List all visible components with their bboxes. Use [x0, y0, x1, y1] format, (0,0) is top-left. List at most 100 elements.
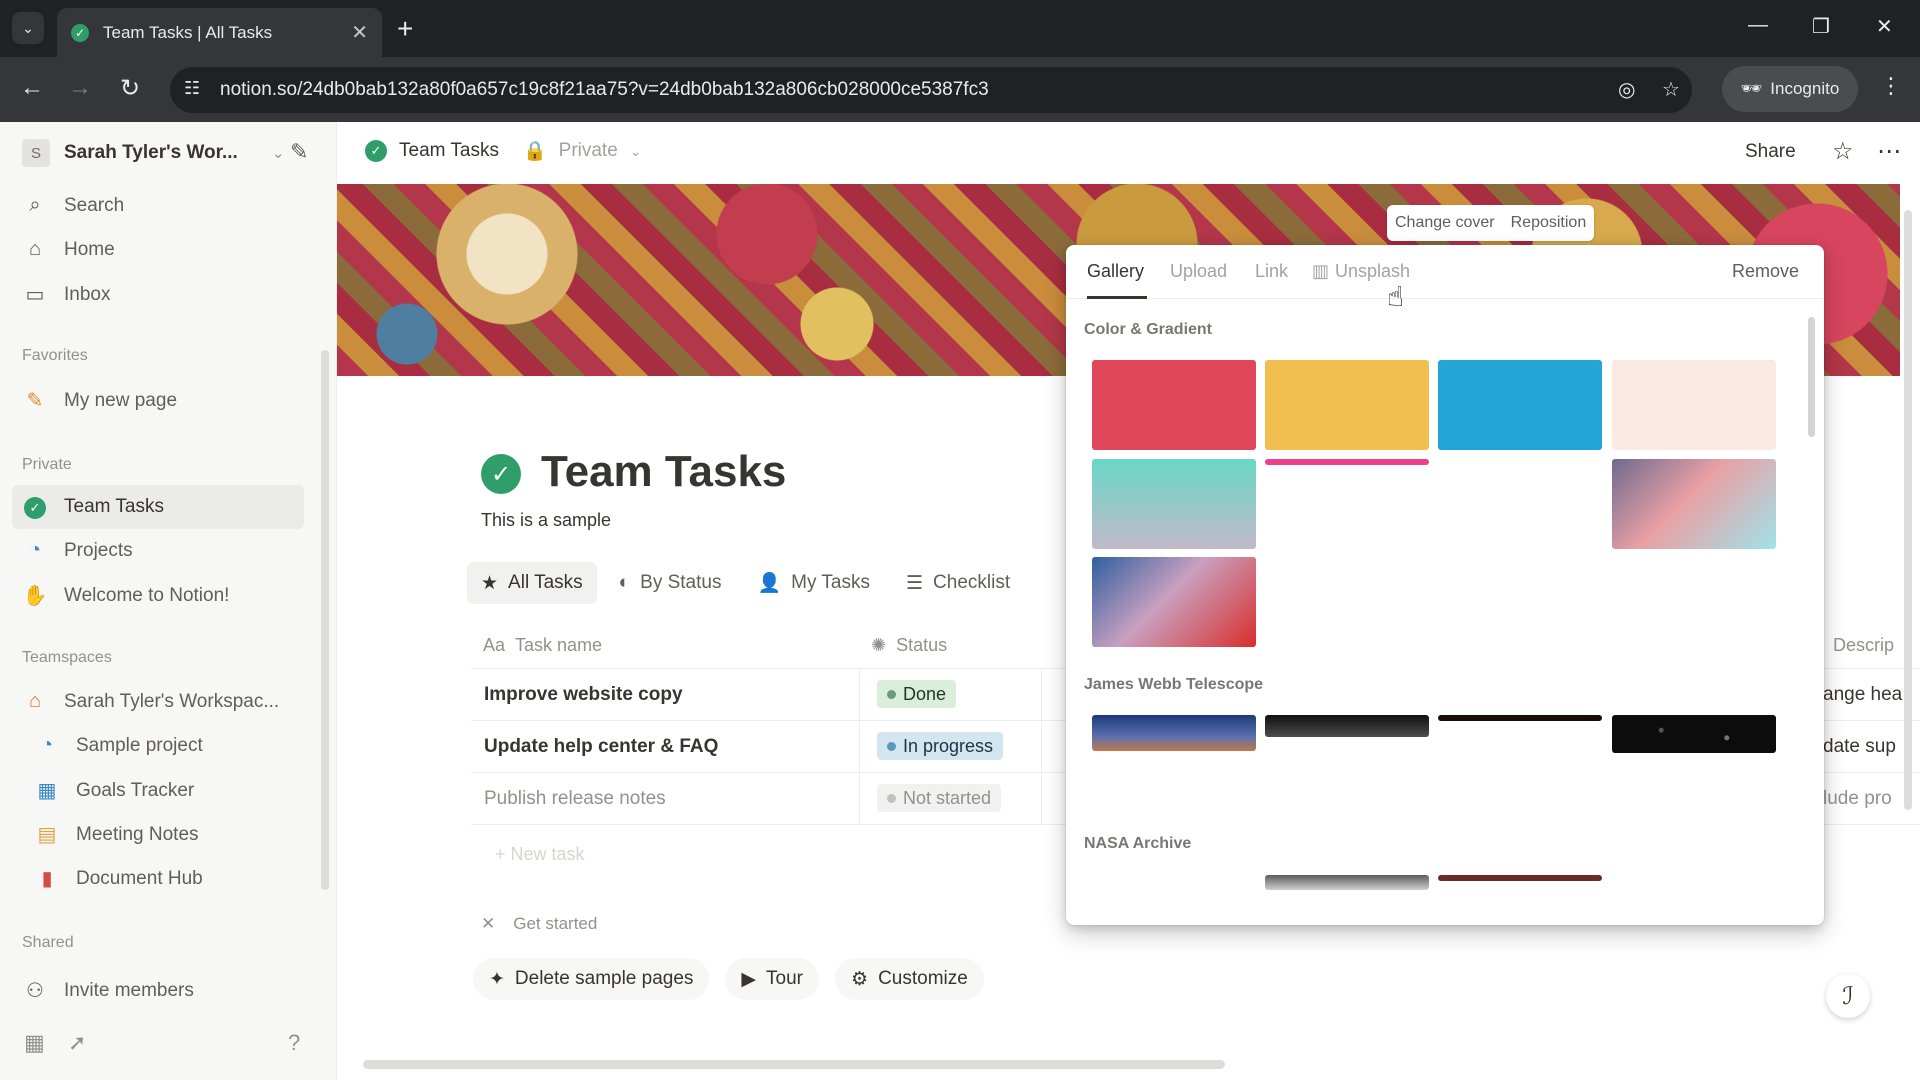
cover-swatch-blue[interactable] [1438, 360, 1602, 450]
sidebar-item-projects[interactable]: ◔ Projects [22, 539, 133, 562]
webb-image-thumbnail[interactable] [1265, 715, 1429, 737]
invite-members-button[interactable]: ⚇ Invite members [22, 978, 194, 1003]
sidebar-item-search[interactable]: ⌕ Search [22, 194, 124, 217]
share-button[interactable]: Share [1745, 141, 1796, 163]
more-icon[interactable]: ⋯ [1877, 137, 1901, 166]
close-window-icon[interactable]: ✕ [1876, 14, 1893, 39]
status-label: Done [903, 683, 947, 704]
breadcrumb[interactable]: ✓ Team Tasks 🔒 Private ⌄ [365, 139, 642, 163]
sidebar-item-meeting-notes[interactable]: ▤ Meeting Notes [34, 822, 199, 847]
webb-image-thumbnail[interactable] [1438, 715, 1602, 721]
webb-image-thumbnail[interactable] [1092, 715, 1256, 751]
workspace-switcher[interactable]: S Sarah Tyler's Wor... ⌄ [22, 139, 284, 167]
ai-assistant-icon[interactable]: ℐ [1826, 974, 1870, 1018]
restore-icon[interactable]: ❐ [1812, 14, 1830, 39]
check-circle-icon: ✓ [24, 497, 46, 519]
cover-picker-popover: Gallery Upload Link ▥ Unsplash Remove Co… [1066, 245, 1824, 925]
calendar-icon[interactable]: ▦ [24, 1030, 45, 1056]
tab-gallery[interactable]: Gallery [1087, 261, 1144, 282]
customize-button[interactable]: ⚙ Customize [835, 958, 984, 1000]
status-badge[interactable]: Done [877, 680, 957, 708]
description-cell[interactable]: date sup [1823, 736, 1896, 758]
cover-gradient-sunset[interactable] [1092, 557, 1256, 647]
new-row-button[interactable]: + New task [495, 844, 585, 865]
calendar-icon: ▤ [37, 824, 57, 846]
sidebar-item-workspace-teamspace[interactable]: ⌂ Sarah Tyler's Workspac... [22, 690, 279, 713]
task-name-cell[interactable]: Update help center & FAQ [484, 736, 718, 758]
sidebar-item-my-new-page[interactable]: ✎ My new page [22, 388, 177, 413]
new-page-icon[interactable]: ✎ [290, 139, 308, 165]
close-icon[interactable]: ✕ [481, 914, 495, 934]
browser-menu-icon[interactable]: ⋮ [1880, 73, 1902, 99]
cover-gradient-teal[interactable] [1092, 459, 1256, 549]
column-header-task-name[interactable]: Aa Task name [483, 622, 602, 668]
reposition-button[interactable]: Reposition [1503, 205, 1595, 241]
task-name-cell[interactable]: Improve website copy [484, 684, 683, 706]
tab-search-button[interactable]: ⌄ [12, 12, 44, 44]
tab-all-tasks[interactable]: ★ All Tasks [467, 562, 597, 604]
webb-image-thumbnail[interactable] [1612, 715, 1776, 753]
sidebar-item-welcome[interactable]: ✋ Welcome to Notion! [22, 583, 230, 608]
remove-cover-button[interactable]: Remove [1732, 261, 1799, 282]
tab-link[interactable]: Link [1255, 261, 1288, 282]
sidebar-item-document-hub[interactable]: ▮ Document Hub [34, 866, 202, 891]
sidebar-item-inbox[interactable]: ▭ Inbox [22, 282, 111, 307]
column-label: Status [896, 634, 948, 655]
favorite-star-icon[interactable]: ☆ [1832, 137, 1854, 166]
person-icon: 👤 [757, 573, 782, 594]
bookmark-star-icon[interactable]: ☆ [1662, 77, 1680, 102]
back-icon[interactable]: ← [20, 74, 44, 102]
chart-icon: ▦ [37, 780, 57, 802]
nasa-image-thumbnail[interactable] [1438, 875, 1602, 881]
cover-swatch-peach[interactable] [1612, 360, 1776, 450]
action-label: Delete sample pages [514, 968, 694, 989]
incognito-badge[interactable]: 🕶 Incognito [1722, 66, 1858, 112]
sidebar-item-label: Home [64, 238, 115, 260]
task-name-cell[interactable]: Publish release notes [484, 788, 666, 810]
horizontal-scrollbar[interactable] [363, 1060, 1225, 1069]
sidebar-item-home[interactable]: ⌂ Home [22, 238, 115, 261]
close-icon[interactable]: ✕ [351, 20, 368, 45]
site-settings-icon[interactable]: ☷ [184, 78, 200, 99]
description-cell[interactable]: ange hea [1823, 684, 1902, 706]
vertical-scrollbar[interactable] [1904, 210, 1912, 810]
privacy-label[interactable]: Private [559, 140, 618, 162]
reload-icon[interactable]: ↻ [120, 74, 140, 103]
sidebar-item-sample-project[interactable]: ◔ Sample project [34, 734, 203, 757]
tab-my-tasks[interactable]: 👤 My Tasks [743, 562, 884, 604]
description-cell[interactable]: lude pro [1823, 788, 1892, 810]
nasa-image-thumbnail[interactable] [1265, 875, 1429, 890]
address-bar[interactable]: ☷ notion.so/24db0bab132a80f0a657c19c8f21… [170, 67, 1692, 113]
column-header-status[interactable]: ✺ Status [871, 622, 947, 668]
cover-gradient-rose[interactable] [1612, 459, 1776, 549]
tab-upload[interactable]: Upload [1170, 261, 1227, 282]
sidebar-item-goals-tracker[interactable]: ▦ Goals Tracker [34, 778, 195, 803]
help-icon[interactable]: ? [288, 1030, 300, 1056]
sidebar-item-label: Search [64, 194, 125, 216]
tab-unsplash[interactable]: Unsplash [1335, 261, 1410, 282]
picker-scrollbar[interactable] [1808, 317, 1815, 437]
tour-button[interactable]: ▶ Tour [725, 958, 820, 1000]
status-badge[interactable]: In progress [877, 732, 1004, 760]
send-icon[interactable]: ➚ [68, 1030, 86, 1056]
cover-gradient-pink[interactable] [1265, 459, 1429, 465]
tab-checklist[interactable]: ☰ Checklist [892, 562, 1024, 604]
page-description[interactable]: This is a sample [481, 510, 611, 531]
page-icon[interactable]: ✓ [481, 454, 521, 494]
column-header-description[interactable]: Descrip [1833, 622, 1894, 668]
delete-sample-pages-button[interactable]: ✦ Delete sample pages [473, 958, 710, 1000]
sidebar-item-team-tasks[interactable]: ✓ Team Tasks [22, 495, 164, 519]
cover-swatch-red[interactable] [1092, 360, 1256, 450]
eye-off-icon[interactable]: ◎ [1618, 77, 1635, 102]
status-badge[interactable]: Not started [877, 784, 1002, 812]
minimize-icon[interactable]: — [1748, 14, 1768, 37]
page-title[interactable]: Team Tasks [541, 447, 786, 497]
document-icon: ▮ [41, 868, 53, 890]
cover-swatch-yellow[interactable] [1265, 360, 1429, 450]
tab-by-status[interactable]: ◐ By Status [605, 562, 736, 604]
change-cover-button[interactable]: Change cover [1387, 205, 1503, 241]
forward-icon[interactable]: → [68, 74, 92, 102]
browser-tab[interactable]: ✓ Team Tasks | All Tasks ✕ [57, 8, 382, 57]
sidebar-scrollbar[interactable] [321, 350, 329, 890]
new-tab-button[interactable]: + [397, 13, 413, 45]
